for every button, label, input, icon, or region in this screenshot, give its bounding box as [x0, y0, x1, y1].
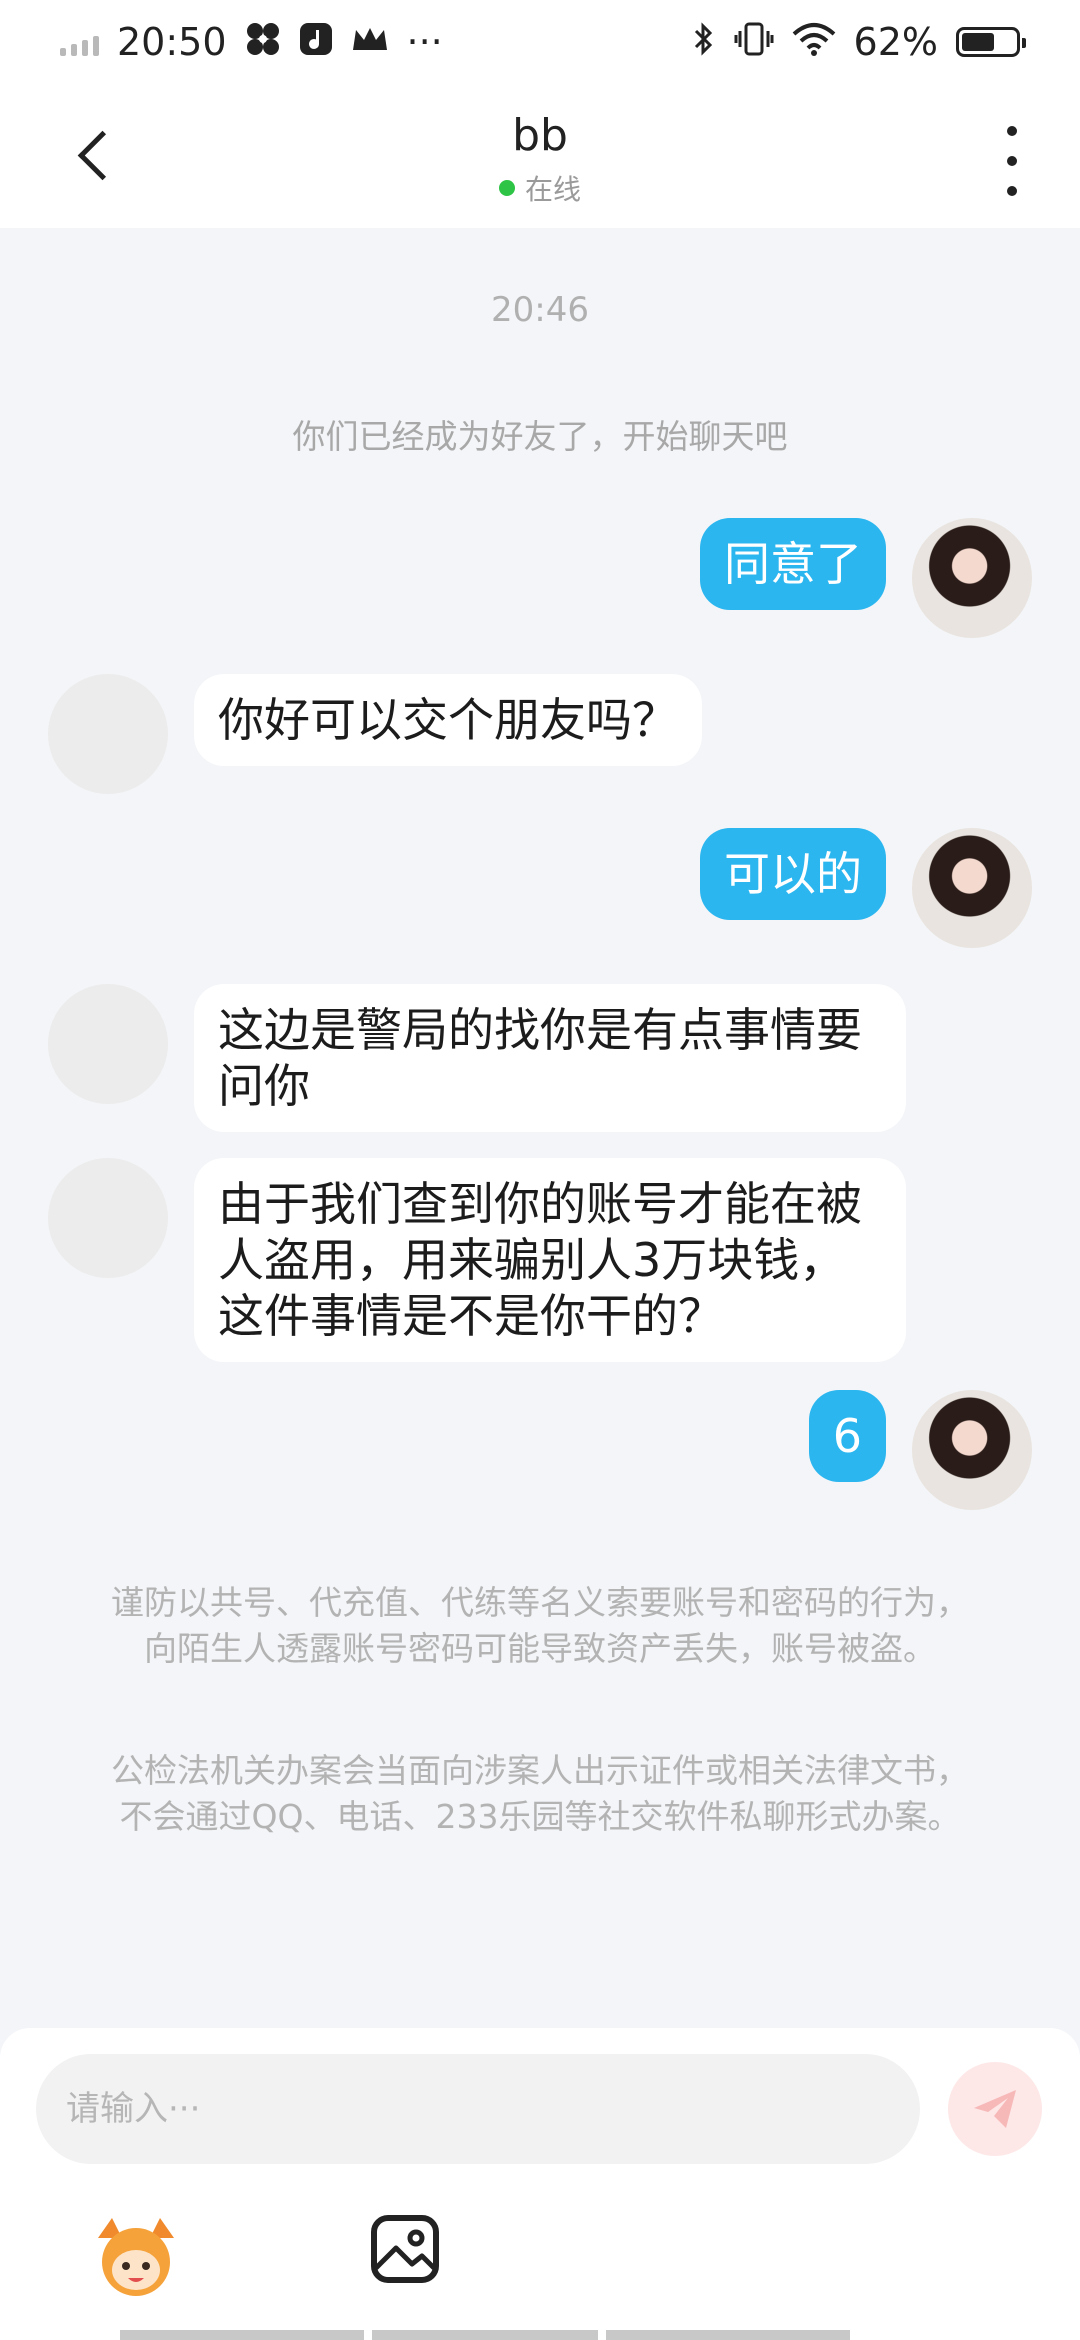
gesture-segment [120, 2330, 364, 2340]
security-warning: 谨防以共号、代充值、代练等名义索要账号和密码的行为，向陌生人透露账号密码可能导致… [111, 1583, 969, 1668]
status-time: 20:50 [117, 20, 227, 64]
status-overflow: ··· [406, 20, 443, 64]
more-dot-icon [1007, 186, 1017, 196]
received-bubble[interactable]: 由于我们查到你的账号才能在被人盗用，用来骗别人3万块钱，这件事情是不是你干的？ [194, 1158, 906, 1362]
gesture-bar [0, 2330, 1080, 2340]
chat-header: bb 在线 [0, 84, 1080, 228]
mascot-emoji-icon [98, 2218, 174, 2296]
self-avatar[interactable] [912, 518, 1032, 638]
self-avatar[interactable] [912, 828, 1032, 948]
pinwheel-icon [245, 21, 281, 63]
sent-bubble[interactable]: 可以的 [700, 828, 886, 920]
paper-plane-icon [974, 2090, 1016, 2128]
gesture-segment [372, 2330, 598, 2340]
more-options-button[interactable] [992, 126, 1032, 196]
battery-icon [956, 27, 1026, 57]
message-timestamp: 20:46 [491, 290, 589, 330]
wifi-icon [792, 22, 836, 62]
status-right: 62% [692, 20, 1026, 64]
self-avatar[interactable] [912, 1390, 1032, 1510]
vibrate-icon [734, 21, 774, 63]
status-bar: 20:50 ··· 62% [0, 0, 1080, 84]
emoji-button[interactable] [88, 2208, 184, 2304]
contact-avatar[interactable] [48, 674, 168, 794]
message-composer [0, 2028, 1080, 2340]
sent-bubble[interactable]: 6 [808, 1390, 886, 1482]
online-status: 在线 [0, 168, 1080, 208]
online-status-label: 在线 [524, 173, 581, 206]
image-icon [371, 2215, 439, 2283]
crown-icon [351, 24, 389, 60]
received-bubble[interactable]: 这边是警局的找你是有点事情要问你 [194, 984, 906, 1132]
online-dot-icon [498, 180, 515, 196]
received-bubble[interactable]: 你好可以交个朋友吗？ [194, 674, 702, 766]
music-icon [299, 22, 333, 62]
signal-icon [60, 28, 99, 56]
more-dot-icon [1007, 156, 1017, 166]
send-button[interactable] [948, 2062, 1042, 2156]
contact-name: bb [512, 110, 568, 161]
message-list[interactable]: 20:46 你们已经成为好友了，开始聊天吧 同意了 你好可以交个朋友吗？ 可以的… [0, 228, 1080, 2028]
system-note: 你们已经成为好友了，开始聊天吧 [292, 417, 788, 456]
battery-fill [962, 33, 995, 51]
contact-avatar[interactable] [48, 984, 168, 1104]
contact-avatar[interactable] [48, 1158, 168, 1278]
sent-bubble[interactable]: 同意了 [700, 518, 886, 610]
message-input[interactable] [36, 2054, 920, 2164]
status-left: 20:50 ··· [60, 20, 443, 64]
bluetooth-icon [692, 21, 716, 63]
security-warning: 公检法机关办案会当面向涉案人出示证件或相关法律文书，不会通过QQ、电话、233乐… [111, 1751, 969, 1836]
battery-percent: 62% [853, 20, 938, 64]
image-button[interactable] [368, 2212, 442, 2286]
gesture-segment [606, 2330, 850, 2340]
more-dot-icon [1007, 126, 1017, 136]
